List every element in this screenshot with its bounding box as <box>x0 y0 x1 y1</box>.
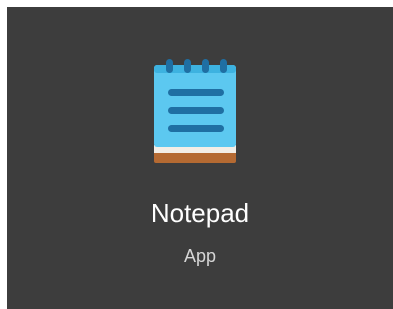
notepad-icon <box>152 55 242 170</box>
app-kind-label: App <box>183 246 217 266</box>
app-name: Notepad <box>150 198 250 228</box>
app-tile[interactable]: Notepad App <box>7 7 393 309</box>
